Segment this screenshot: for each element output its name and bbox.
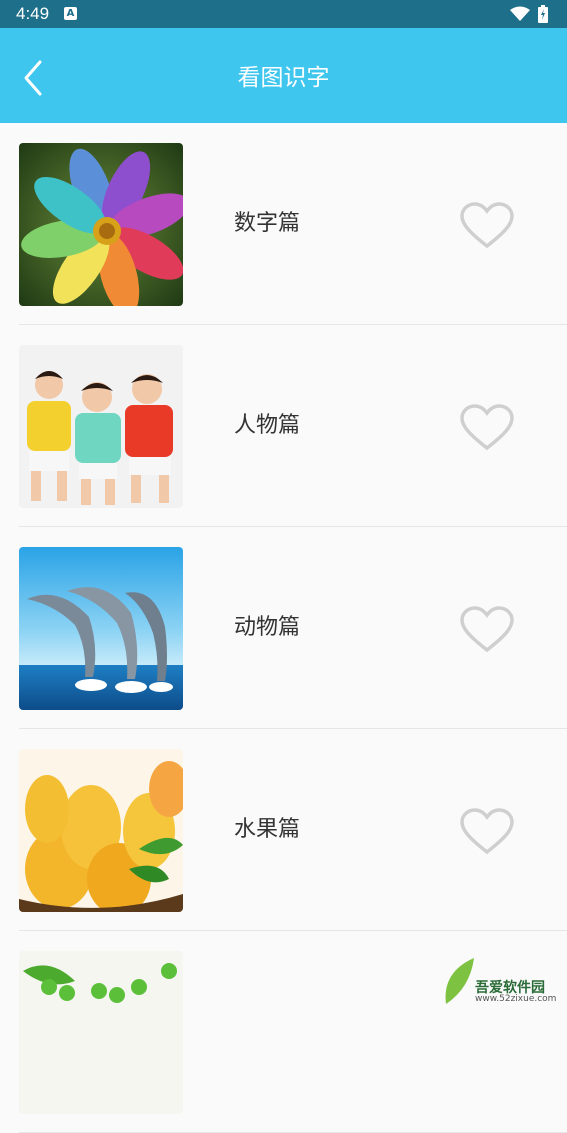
app-bar: 看图识字 bbox=[0, 28, 567, 123]
status-bar: 4:49 A bbox=[0, 0, 567, 28]
watermark: 吾爱软件园 www.52zixue.com bbox=[440, 952, 567, 1007]
wifi-icon bbox=[510, 6, 530, 21]
list-item[interactable]: 人物篇 bbox=[19, 325, 567, 527]
heart-outline-icon[interactable] bbox=[459, 808, 515, 856]
item-label: 水果篇 bbox=[234, 817, 301, 842]
item-label: 人物篇 bbox=[234, 413, 301, 438]
dolphins-image bbox=[19, 547, 183, 710]
item-label: 数字篇 bbox=[234, 211, 301, 236]
heart-outline-icon[interactable] bbox=[459, 202, 515, 250]
peas-image bbox=[19, 951, 183, 1114]
heart-outline-icon[interactable] bbox=[459, 606, 515, 654]
page-title: 看图识字 bbox=[237, 65, 330, 91]
list-item[interactable]: 水果篇 bbox=[19, 729, 567, 931]
leaf-logo-icon bbox=[445, 958, 474, 1004]
mangoes-image bbox=[19, 749, 183, 912]
flower-image bbox=[19, 143, 183, 306]
list-item[interactable]: 动物篇 bbox=[19, 527, 567, 729]
kids-image bbox=[19, 345, 183, 508]
heart-outline-icon[interactable] bbox=[459, 404, 515, 452]
a-icon: A bbox=[64, 7, 77, 20]
watermark-url: www.52zixue.com bbox=[475, 994, 557, 1004]
item-label: 动物篇 bbox=[234, 615, 301, 640]
battery-icon bbox=[538, 5, 548, 23]
list-item[interactable]: 数字篇 bbox=[19, 123, 567, 325]
status-time: 4:49 bbox=[16, 4, 50, 23]
